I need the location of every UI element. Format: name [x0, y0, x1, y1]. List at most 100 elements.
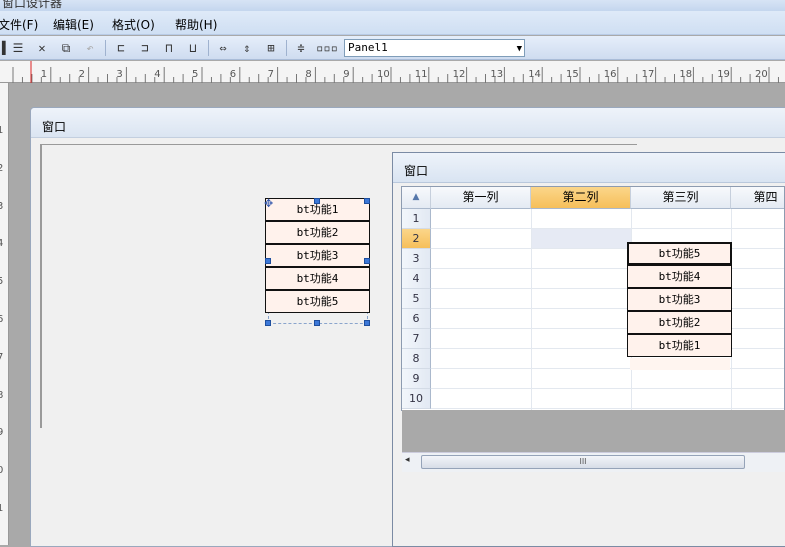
ruler-number: 20 — [755, 69, 768, 80]
menu-bar: 文件(F) 编辑(E) 格式(O) 帮助(H) — [0, 11, 785, 35]
ruler-number: 8 — [305, 69, 312, 80]
ruler-number: 2 — [0, 163, 3, 174]
inner-window-title: 窗口 — [404, 164, 429, 178]
ruler-number: 4 — [0, 238, 3, 249]
vertical-ruler: 1 2 3 4 5 6 7 8 9 0 1 — [0, 83, 9, 545]
ruler-number: 12 — [452, 69, 466, 80]
copy-icon[interactable]: ⧉ — [58, 40, 74, 56]
ruler-number: 7 — [267, 69, 274, 80]
grid-button-5[interactable]: bt功能5 — [627, 242, 732, 265]
align-top-icon[interactable]: ⊓ — [161, 40, 177, 56]
row-header[interactable]: 10 — [402, 389, 431, 409]
inner-window-title-bar[interactable]: 窗口 — [393, 153, 785, 183]
row-header[interactable]: 9 — [402, 369, 431, 389]
row-header[interactable]: 4 — [402, 269, 431, 289]
grid-button-1[interactable]: bt功能1 — [627, 334, 732, 357]
hspace-icon[interactable]: ▫▫▫ — [316, 40, 338, 56]
menu-edit[interactable]: 编辑(E) — [53, 16, 94, 33]
resize-handle[interactable] — [265, 258, 271, 264]
scroll-thumb[interactable]: III — [421, 455, 745, 469]
ruler-number: 6 — [0, 314, 3, 325]
row-header[interactable]: 7 — [402, 329, 431, 349]
resize-handle[interactable] — [314, 320, 320, 326]
ruler-number: 11 — [414, 69, 428, 80]
row-header[interactable]: 1 — [402, 209, 431, 229]
move-handle-icon[interactable]: ✥ — [264, 197, 273, 210]
menu-file[interactable]: 文件(F) — [0, 16, 38, 33]
ruler-number: 1 — [0, 125, 3, 136]
control-selector[interactable]: Panel1 ▼ — [344, 39, 525, 57]
ruler-number: 1 — [0, 503, 3, 514]
resize-handle[interactable] — [265, 320, 271, 326]
toolbar-separator — [105, 40, 106, 56]
align-icon[interactable]: ▐ — [0, 40, 10, 56]
column-header-4[interactable]: 第四 — [731, 187, 784, 209]
horizontal-ruler: 1 2 3 4 5 6 7 8 9 10 11 12 13 14 15 16 17 18 19 20 — [0, 61, 785, 83]
row-header[interactable]: 3 — [402, 249, 431, 269]
ruler-number: 3 — [0, 201, 3, 212]
outer-window-title: 窗口 — [42, 120, 67, 134]
ruler-number: 2 — [78, 69, 85, 80]
grid-button-4[interactable]: bt功能4 — [627, 265, 732, 288]
ruler-number: 5 — [192, 69, 199, 80]
toolbar-separator — [286, 40, 287, 56]
panel-button-5[interactable]: bt功能5 — [265, 290, 370, 313]
menu-help[interactable]: 帮助(H) — [175, 16, 217, 33]
toolbar: ▐ ☰ ✕ ⧉ ↶ ⊏ ⊐ ⊓ ⊔ ⇔ ⇕ ⊞ ≑ ▫▫▫ Panel1 ▼ — [0, 36, 785, 60]
align-left-icon[interactable]: ⊏ — [113, 40, 129, 56]
resize-handle[interactable] — [364, 320, 370, 326]
ruler-number: 5 — [0, 276, 3, 287]
panel-button-3[interactable]: bt功能3 — [265, 244, 370, 267]
ruler-number: 1 — [40, 69, 48, 80]
panel-top-border — [40, 144, 637, 145]
ruler-number: 7 — [0, 352, 3, 363]
grid-button-shadow — [630, 358, 730, 370]
scroll-left-icon[interactable]: ◂ — [405, 455, 417, 469]
app-title: 窗口设计器 — [2, 0, 63, 10]
ruler-number: 6 — [229, 69, 237, 80]
chevron-down-icon[interactable]: ▼ — [517, 41, 522, 57]
undo-icon[interactable]: ↶ — [82, 40, 98, 56]
resize-handle[interactable] — [364, 198, 370, 204]
same-width-icon[interactable]: ⇔ — [215, 40, 231, 56]
column-header-1[interactable]: 第一列 — [431, 187, 531, 209]
column-header-3[interactable]: 第三列 — [631, 187, 731, 209]
vcenter-icon[interactable]: ≑ — [293, 40, 309, 56]
ruler-number: 9 — [0, 427, 3, 438]
ruler-number: 17 — [641, 69, 655, 80]
panel-button-4[interactable]: bt功能4 — [265, 267, 370, 290]
app-title-bar: 窗口设计器 — [0, 0, 785, 11]
ruler-number: 19 — [717, 69, 730, 80]
distribute-icon[interactable]: ☰ — [10, 40, 26, 56]
grid-line — [531, 209, 532, 410]
row-header[interactable]: 8 — [402, 349, 431, 369]
ruler-number: 18 — [679, 69, 693, 80]
row-header[interactable]: 2 — [402, 229, 431, 249]
grid-button-3[interactable]: bt功能3 — [627, 288, 732, 311]
grid-button-2[interactable]: bt功能2 — [627, 311, 732, 334]
ruler-number: 10 — [377, 69, 390, 80]
toolbar-separator — [208, 40, 209, 56]
same-size-icon[interactable]: ⊞ — [263, 40, 279, 56]
selected-cell[interactable] — [531, 229, 631, 249]
ruler-number: 0 — [0, 465, 3, 476]
resize-handle[interactable] — [364, 258, 370, 264]
row-header[interactable]: 5 — [402, 289, 431, 309]
ruler-number: 16 — [603, 69, 617, 80]
ruler-number: 13 — [490, 69, 504, 80]
menu-format[interactable]: 格式(O) — [112, 16, 155, 33]
grid-empty-area — [402, 410, 785, 452]
resize-handle[interactable] — [314, 198, 320, 204]
ruler-number: 4 — [154, 69, 161, 80]
align-bottom-icon[interactable]: ⊔ — [185, 40, 201, 56]
column-header-2[interactable]: 第二列 — [531, 187, 631, 209]
panel-button-2[interactable]: bt功能2 — [265, 221, 370, 244]
cut-icon[interactable]: ✕ — [34, 40, 50, 56]
align-right-icon[interactable]: ⊐ — [137, 40, 153, 56]
row-header[interactable]: 6 — [402, 309, 431, 329]
ruler-number: 3 — [116, 69, 123, 80]
control-selector-value: Panel1 — [348, 41, 388, 54]
same-height-icon[interactable]: ⇕ — [239, 40, 255, 56]
grid-corner-icon[interactable]: ▲ — [402, 187, 431, 209]
outer-window-title-bar[interactable]: 窗口 — [31, 108, 785, 138]
